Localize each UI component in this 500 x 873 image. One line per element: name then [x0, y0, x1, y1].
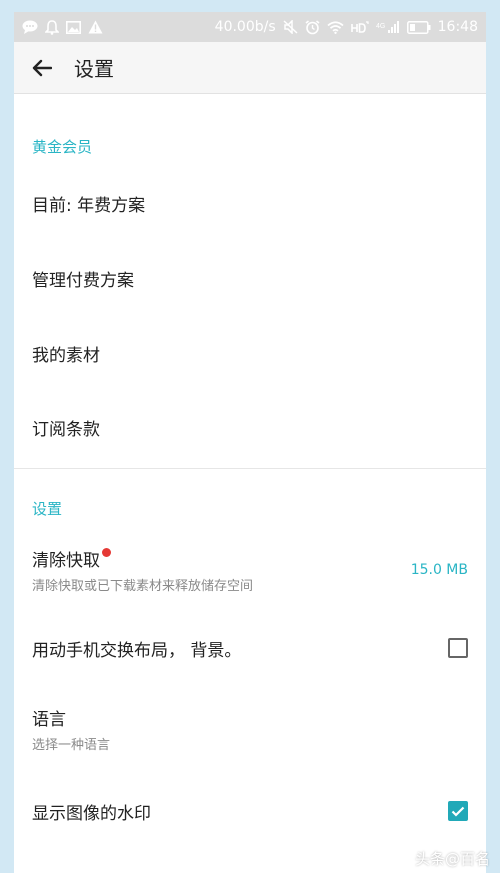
section-header-gold: 黄金会员 [32, 138, 93, 156]
swap-layout-checkbox[interactable] [448, 638, 468, 658]
list-item-language[interactable]: 语言 选择一种语言 [14, 693, 486, 765]
clock: 16:48 [437, 19, 478, 35]
section-header-settings: 设置 [32, 500, 63, 518]
phone-screen: 40.00b/s 4G 16:48 设置 黄金会员 目前: 年费方案 管理付费方… [14, 12, 486, 873]
list-item-my-assets[interactable]: 我的素材 [14, 316, 486, 390]
page-title: 设置 [74, 57, 114, 81]
back-button[interactable] [28, 54, 56, 82]
network-speed: 40.00b/s [214, 19, 276, 35]
clear-cache-description: 清除快取或已下载素材来释放储存空间 [32, 579, 254, 594]
mute-icon [283, 20, 298, 34]
app-bar: 设置 [14, 42, 486, 94]
warning-icon [88, 20, 103, 34]
watermark-text: 头条@百名 [414, 850, 490, 868]
bell-icon [45, 19, 59, 35]
battery-icon [406, 20, 431, 34]
list-item-manage-plan[interactable]: 管理付费方案 [14, 240, 486, 316]
network-type-label: 4G [376, 23, 385, 30]
swap-layout-label: 用动手机交换布局， 背景。 [32, 640, 242, 661]
clear-cache-label: 清除快取 [32, 551, 100, 571]
arrow-left-icon [32, 59, 52, 76]
list-item-swap-layout[interactable]: 用动手机交换布局， 背景。 [14, 603, 486, 693]
current-plan-label: 目前: 年费方案 [32, 195, 146, 216]
status-bar: 40.00b/s 4G 16:48 [14, 12, 486, 42]
manage-plan-label: 管理付费方案 [32, 270, 134, 291]
watermark-logo-icon [393, 850, 410, 867]
language-description: 选择一种语言 [32, 738, 111, 753]
list-item-show-watermark[interactable]: 显示图像的水印 [14, 765, 486, 857]
cellular-signal-icon: 4G [376, 20, 400, 34]
image-watermark: 头条@百名 [393, 848, 490, 869]
list-item-subscription-terms[interactable]: 订阅条款 [14, 390, 486, 464]
alarm-icon [305, 19, 320, 35]
list-item-clear-cache[interactable]: 清除快取 清除快取或已下载素材来释放储存空间 15.0 MB [14, 537, 486, 603]
show-watermark-label: 显示图像的水印 [32, 803, 151, 824]
image-icon [66, 20, 81, 34]
chat-bubble-icon [22, 20, 38, 34]
my-assets-label: 我的素材 [32, 345, 100, 366]
wifi-icon [327, 20, 344, 34]
notification-dot [102, 548, 111, 557]
checkmark-icon [451, 806, 465, 817]
language-label: 语言 [32, 710, 66, 730]
show-watermark-checkbox[interactable] [448, 801, 468, 821]
hd-call-icon [350, 20, 369, 34]
subscription-terms-label: 订阅条款 [32, 419, 100, 440]
list-item-current-plan[interactable]: 目前: 年费方案 [14, 166, 486, 240]
cache-size: 15.0 MB [410, 562, 468, 578]
